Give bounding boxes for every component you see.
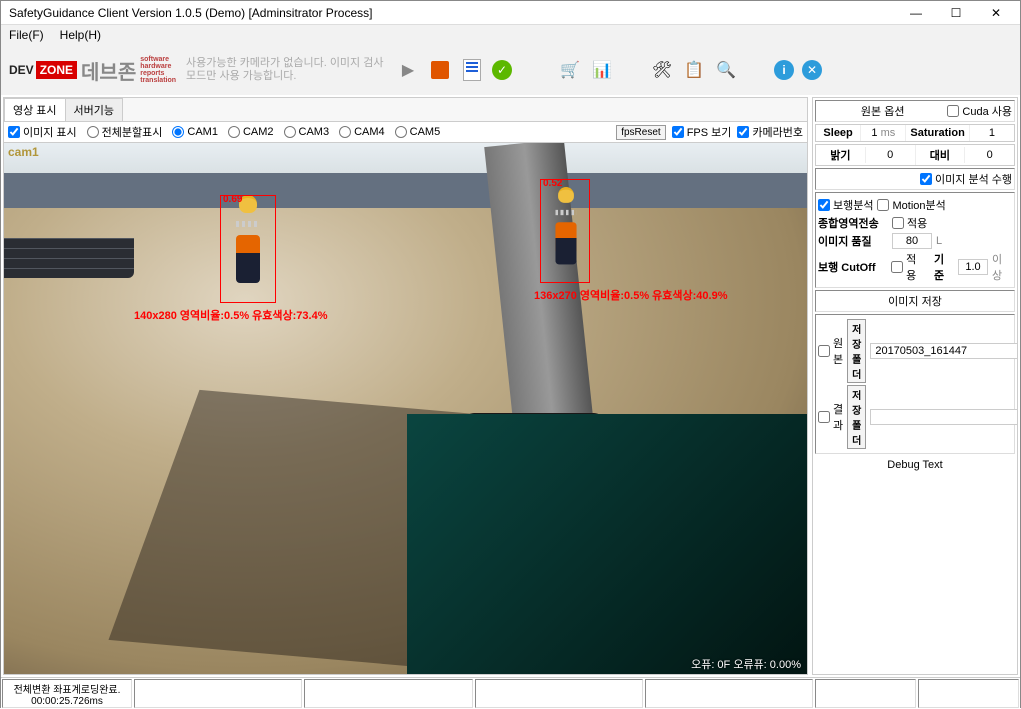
cam2-radio[interactable]: CAM2 — [228, 124, 274, 140]
menu-bar: File(F) Help(H) — [1, 25, 1020, 45]
saturation-value[interactable]: 1 — [969, 125, 1014, 141]
image-save-title: 이미지 저장 — [815, 290, 1015, 312]
title-bar: SafetyGuidance Client Version 1.0.5 (Dem… — [1, 1, 1020, 25]
combined-region-label: 종합영역전송 — [818, 215, 888, 231]
cam5-radio[interactable]: CAM5 — [395, 124, 441, 140]
status-timing: 전체변환 좌표계로딩완료. 00:00:25.726ms — [2, 679, 132, 708]
image-quality-value[interactable] — [892, 233, 932, 249]
criteria-value[interactable] — [958, 259, 988, 275]
walk-analyze-checkbox[interactable]: 보행분석 — [818, 197, 873, 213]
walk-cutoff-apply[interactable]: 적용 — [891, 251, 926, 283]
tool-icon-1[interactable]: 🛒 — [558, 58, 582, 82]
fps-view-checkbox[interactable]: FPS 보기 — [672, 124, 732, 140]
menu-help[interactable]: Help(H) — [60, 28, 101, 42]
window-title: SafetyGuidance Client Version 1.0.5 (Dem… — [5, 6, 896, 20]
osd-fps: 오퓨: 0F 오류퓨: 0.00% — [691, 656, 801, 672]
result-checkbox[interactable]: 결과 — [818, 401, 843, 433]
right-panel: 원본 옵션 Cuda 사용 Sleep 1 ms Saturation 1 밝기… — [812, 97, 1018, 675]
status-cell-2 — [134, 679, 302, 708]
left-tabs: 영상 표시 서버기능 — [4, 98, 807, 122]
play-icon[interactable]: ▶ — [396, 58, 420, 82]
save-folder-input-2[interactable] — [870, 409, 1018, 425]
brightness-label: 밝기 — [816, 145, 865, 165]
save-folder-input[interactable] — [870, 343, 1018, 359]
brightness-value[interactable]: 0 — [865, 147, 915, 163]
detection-info-2: 136x270 영역비율:0.5% 유효색상:40.9% — [534, 287, 727, 303]
saturation-label: Saturation — [905, 125, 968, 141]
save-folder-button-2[interactable]: 저장폴더 — [847, 385, 866, 449]
contrast-label: 대비 — [915, 145, 965, 165]
search-icon[interactable]: 🔍 — [714, 58, 738, 82]
logo: DEVZONE 데브존 softwarehardwarereportstrans… — [9, 56, 176, 85]
minimize-button[interactable]: — — [896, 1, 936, 25]
contrast-value[interactable]: 0 — [964, 147, 1014, 163]
criteria-label: 기준 — [934, 251, 954, 283]
menu-file[interactable]: File(F) — [9, 28, 44, 42]
cam3-radio[interactable]: CAM3 — [284, 124, 330, 140]
exit-icon[interactable]: ✕ — [802, 60, 822, 80]
cam-number-checkbox[interactable]: 카메라번호 — [737, 124, 803, 140]
detection-info-1: 140x280 영역비율:0.5% 유효색상:73.4% — [134, 307, 327, 323]
image-quality-label: 이미지 품질 — [818, 233, 888, 249]
status-cell-4 — [475, 679, 643, 708]
image-analyze-checkbox[interactable]: 이미지 분석 수행 — [818, 171, 1012, 187]
sleep-label: Sleep — [816, 125, 860, 141]
show-image-checkbox[interactable]: 이미지 표시 — [8, 124, 77, 140]
status-cell-5 — [645, 679, 813, 708]
orig-checkbox[interactable]: 원본 — [818, 335, 843, 367]
maximize-button[interactable]: ☐ — [936, 1, 976, 25]
walk-cutoff-label: 보행 CutOff — [818, 259, 887, 275]
wrench-icon[interactable]: 🛠 — [650, 58, 674, 82]
toolbar-status-text: 사용가능한 카메라가 없습니다. 이미지 검사 모드만 사용 가능합니다. — [186, 57, 386, 83]
stop-icon[interactable] — [428, 58, 452, 82]
cam4-radio[interactable]: CAM4 — [339, 124, 385, 140]
motion-analyze-checkbox[interactable]: Motion분석 — [877, 197, 945, 213]
cuda-checkbox[interactable]: Cuda 사용 — [947, 103, 1012, 119]
close-button[interactable]: ✕ — [976, 1, 1016, 25]
info-icon[interactable]: i — [774, 60, 794, 80]
sleep-value[interactable]: 1 ms — [860, 125, 905, 141]
detection-box-2: 0.52 — [540, 179, 590, 283]
list-icon[interactable]: 📋 — [682, 58, 706, 82]
right-header: 원본 옵션 — [818, 103, 947, 119]
camera-label: cam1 — [8, 145, 39, 159]
status-right — [814, 678, 1020, 709]
video-viewport: cam1 0.69 140x280 영역비율:0.5% 유효색상:73.4% 0… — [4, 143, 807, 674]
cam1-radio[interactable]: CAM1 — [172, 124, 218, 140]
tab-video[interactable]: 영상 표시 — [4, 98, 66, 121]
fps-reset-button[interactable]: fpsReset — [616, 125, 665, 140]
status-bar: 전체변환 좌표계로딩완료. 00:00:25.726ms — [1, 677, 1020, 709]
status-cell-3 — [304, 679, 472, 708]
mode-all-radio[interactable]: 전체분할표시 — [87, 124, 163, 140]
debug-text-label: Debug Text — [815, 456, 1015, 474]
detection-box-1: 0.69 — [220, 195, 276, 303]
check-icon[interactable]: ✓ — [492, 60, 512, 80]
toolbar: DEVZONE 데브존 softwarehardwarereportstrans… — [1, 45, 1020, 95]
tab-server[interactable]: 서버기능 — [65, 98, 123, 121]
tool-icon-2[interactable]: 📊 — [590, 58, 614, 82]
save-folder-button-1[interactable]: 저장폴더 — [847, 319, 866, 383]
document-icon[interactable] — [460, 58, 484, 82]
combined-region-apply[interactable]: 적용 — [892, 215, 927, 231]
